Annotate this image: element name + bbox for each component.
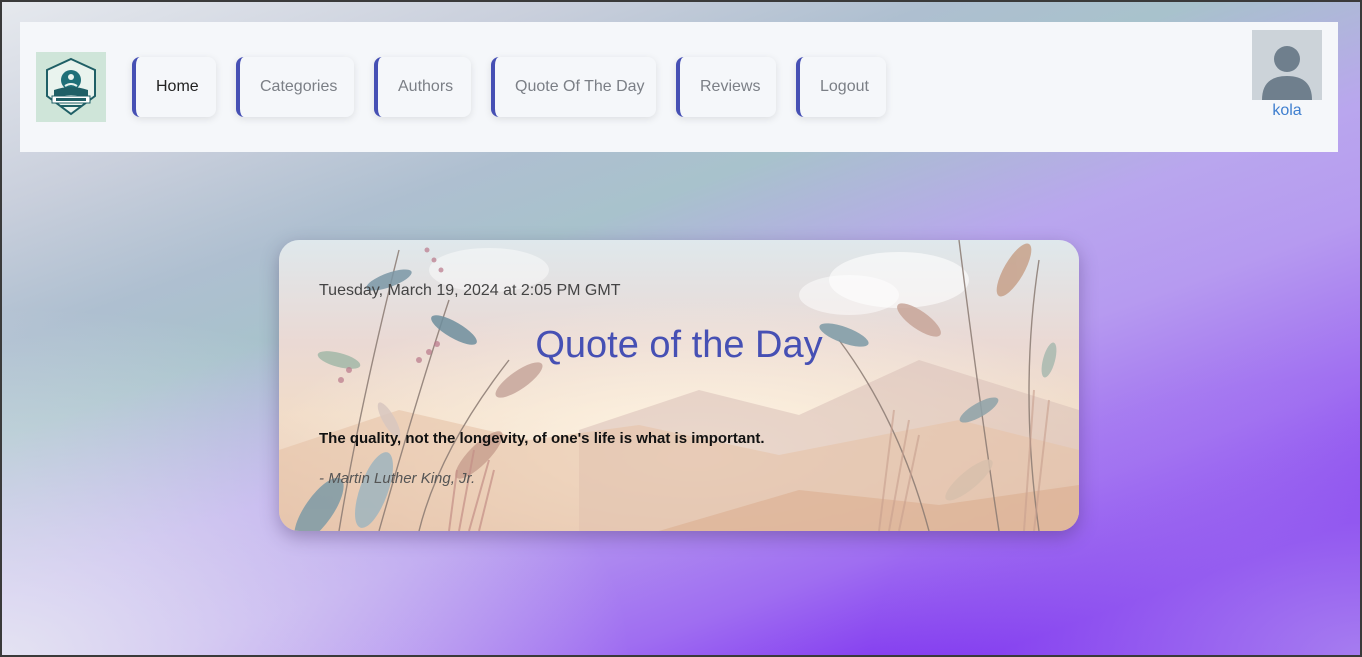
top-navbar: Home Categories Authors Quote Of The Day… xyxy=(20,22,1338,152)
quote-date: Tuesday, March 19, 2024 at 2:05 PM GMT xyxy=(319,282,621,299)
nav-authors-label: Authors xyxy=(398,78,454,95)
quote-card-content: Tuesday, March 19, 2024 at 2:05 PM GMT Q… xyxy=(279,240,1079,531)
username-link[interactable]: kola xyxy=(1252,102,1322,120)
nav-home[interactable]: Home xyxy=(132,57,216,117)
quote-author: - Martin Luther King, Jr. xyxy=(319,470,476,487)
quote-of-the-day-card: Tuesday, March 19, 2024 at 2:05 PM GMT Q… xyxy=(279,240,1079,531)
inspire-logo-icon xyxy=(46,57,96,116)
user-avatar-icon xyxy=(1252,30,1322,100)
user-profile[interactable]: kola xyxy=(1252,30,1322,120)
nav-reviews[interactable]: Reviews xyxy=(676,57,776,117)
app-logo[interactable] xyxy=(36,52,106,122)
nav-logout[interactable]: Logout xyxy=(796,57,886,117)
nav-categories[interactable]: Categories xyxy=(236,57,354,117)
quote-card-title: Quote of the Day xyxy=(535,324,823,366)
quote-text: The quality, not the longevity, of one's… xyxy=(319,430,765,447)
avatar[interactable] xyxy=(1252,30,1322,100)
nav-home-label: Home xyxy=(156,78,199,95)
nav-authors[interactable]: Authors xyxy=(374,57,471,117)
nav-logout-label: Logout xyxy=(820,78,869,95)
nav-reviews-label: Reviews xyxy=(700,78,761,95)
nav-quote-of-the-day[interactable]: Quote Of The Day xyxy=(491,57,656,117)
nav-quote-of-the-day-label: Quote Of The Day xyxy=(515,78,645,95)
nav-categories-label: Categories xyxy=(260,78,338,95)
